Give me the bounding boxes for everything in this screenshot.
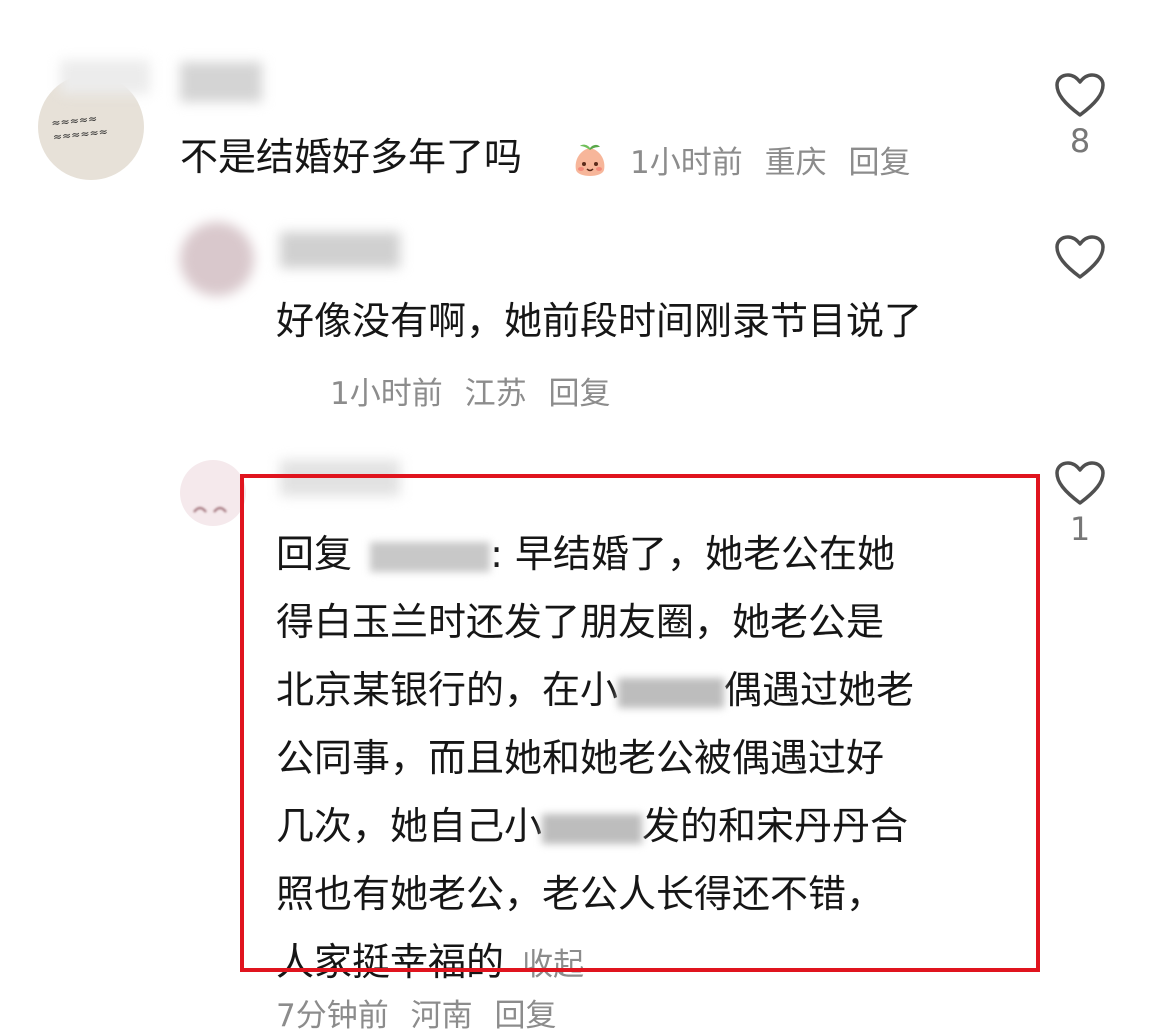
comment-meta: 1小时前 重庆 回复 [630,137,922,182]
comment-meta: 1小时前 江苏 回复 [330,368,622,413]
comment-location: 江苏 [464,376,527,412]
like-count: 8 [1069,122,1091,160]
heart-icon [1054,72,1106,118]
highlight-box [240,474,1040,972]
username-fade [60,60,150,94]
like-count: 1 [1069,510,1091,548]
username[interactable] [180,62,262,102]
comment-location: 河南 [410,998,473,1034]
like-button[interactable]: 8 [1045,72,1115,160]
heart-icon [1054,460,1106,506]
comment-text: 好像没有啊，她前段时间刚录节目说了 [276,287,976,355]
comment-time: 1小时前 [330,376,443,412]
reply-button[interactable]: 回复 [548,376,610,412]
username[interactable] [280,232,400,268]
comment-location: 重庆 [764,145,827,181]
peach-face-emoji-icon [570,135,610,176]
like-button[interactable]: 1 [1045,460,1115,548]
reply-button[interactable]: 回复 [494,998,556,1034]
heart-icon [1054,234,1106,280]
avatar[interactable] [180,222,254,296]
comment-body: 不是结婚好多年了吗 [180,135,523,179]
like-button[interactable] [1045,234,1115,280]
reply-button[interactable]: 回复 [848,145,910,181]
comment-body: 好像没有啊，她前段时间刚录节目说了 [276,299,923,343]
comment-time: 1小时前 [630,145,743,181]
avatar-handwriting: ≈≈≈≈≈ ≈≈≈≈≈≈ [50,112,109,144]
comment-meta: 7分钟前 河南 回复 [276,990,568,1035]
avatar[interactable] [180,460,246,526]
comment-text: 不是结婚好多年了吗 [180,123,605,191]
comment-time: 7分钟前 [276,998,389,1034]
